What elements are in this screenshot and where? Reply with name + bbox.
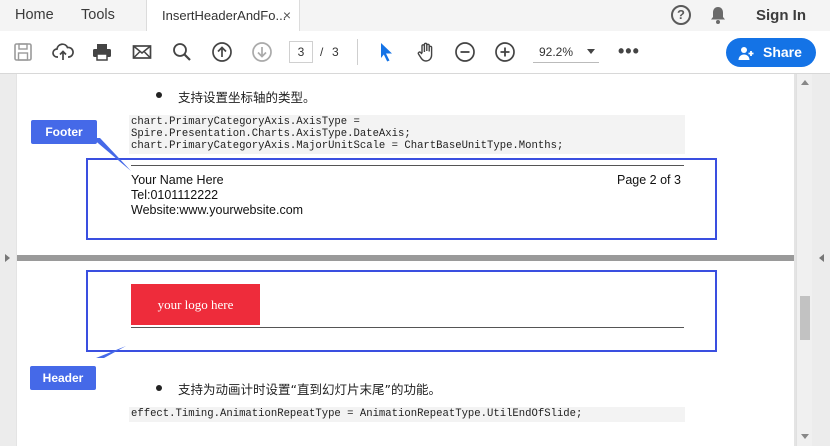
tab-document[interactable]: InsertHeaderAndFo... × <box>146 0 300 31</box>
zoom-value: 92.2% <box>539 45 574 59</box>
menu-tools[interactable]: Tools <box>81 0 115 31</box>
right-gutter <box>812 74 830 446</box>
footer-page-number: Page 2 of 3 <box>617 173 681 187</box>
upload-icon[interactable] <box>52 41 74 63</box>
footer-rule <box>131 165 684 166</box>
footer-callout-label: Footer <box>31 120 97 144</box>
bullet-dot <box>156 92 162 98</box>
menu-home[interactable]: Home <box>15 0 54 31</box>
print-icon[interactable] <box>91 41 113 63</box>
toolbar: 3 / 3 92.2% ••• Share <box>0 31 830 74</box>
page-total: 3 <box>332 45 339 59</box>
footer-tel: Tel:0101112222 <box>131 188 219 202</box>
code-block-animation: effect.Timing.AnimationRepeatType = Anim… <box>129 407 685 422</box>
toolbar-divider <box>357 39 358 65</box>
code-block-axis: chart.PrimaryCategoryAxis.AxisType = Spi… <box>129 115 685 154</box>
bell-icon[interactable] <box>708 5 728 25</box>
vertical-scrollbar[interactable] <box>796 74 812 446</box>
hand-icon[interactable] <box>415 41 437 63</box>
sign-in-link[interactable]: Sign In <box>756 0 806 31</box>
select-cursor-icon[interactable] <box>375 41 397 63</box>
logo-placeholder: your logo here <box>131 284 260 325</box>
search-icon[interactable] <box>171 41 193 63</box>
scroll-up-icon[interactable] <box>801 80 809 85</box>
expand-left-panel-icon[interactable] <box>5 254 10 262</box>
save-icon[interactable] <box>12 41 34 63</box>
page-up-icon[interactable] <box>211 41 233 63</box>
page-separator: / <box>320 45 324 59</box>
header-callout-label: Header <box>30 366 96 390</box>
zoom-in-icon[interactable] <box>494 41 516 63</box>
help-icon[interactable]: ? <box>671 5 691 25</box>
chevron-down-icon <box>587 49 595 54</box>
mail-icon[interactable] <box>131 41 153 63</box>
expand-right-panel-icon[interactable] <box>819 254 824 262</box>
footer-name: Your Name Here <box>131 173 224 187</box>
menu-bar: Home Tools InsertHeaderAndFo... × ? Sign… <box>0 0 830 31</box>
footer-website: Website:www.yourwebsite.com <box>131 203 304 217</box>
share-label: Share <box>763 44 802 60</box>
page-number-input[interactable]: 3 <box>289 41 313 63</box>
share-button[interactable]: Share <box>726 38 816 67</box>
more-icon[interactable]: ••• <box>618 41 640 61</box>
add-person-icon <box>738 47 754 60</box>
left-gutter <box>0 74 16 446</box>
bullet-dot <box>156 385 162 391</box>
page-down-icon[interactable] <box>251 41 273 63</box>
zoom-select[interactable]: 92.2% <box>533 41 599 63</box>
bullet-text-axis-type: 支持设置坐标轴的类型。 <box>178 90 316 105</box>
scroll-thumb[interactable] <box>800 296 810 340</box>
header-rule <box>131 327 684 328</box>
zoom-out-icon[interactable] <box>454 41 476 63</box>
logo-text: your logo here <box>157 297 234 312</box>
scroll-down-icon[interactable] <box>801 434 809 439</box>
tab-close-icon[interactable]: × <box>283 0 291 31</box>
menu-bg-right <box>300 0 830 31</box>
tab-document-label: InsertHeaderAndFo... <box>162 8 287 23</box>
bullet-text-animation: 支持为动画计时设置“直到幻灯片末尾”的功能。 <box>178 382 441 397</box>
